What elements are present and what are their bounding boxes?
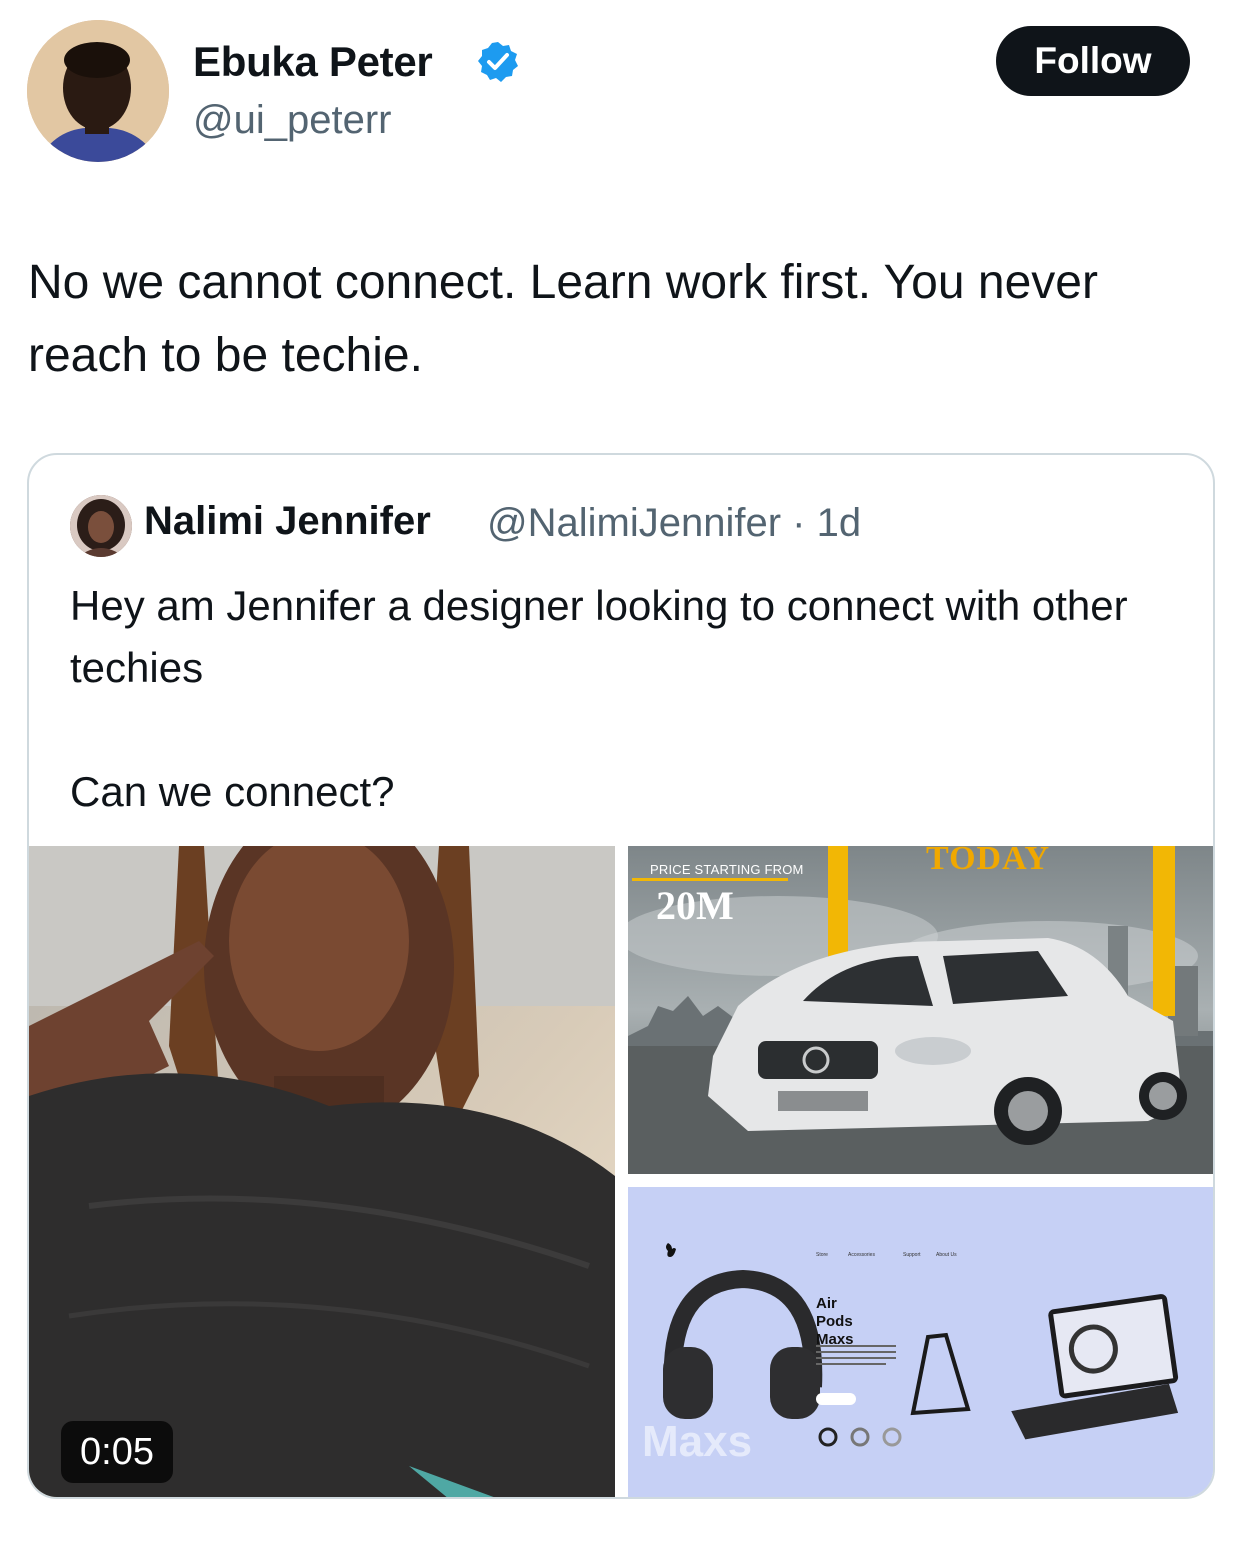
tweet-text: No we cannot connect. Learn work first. …	[28, 256, 1098, 382]
quoted-text-line-2: Can we connect?	[70, 768, 395, 815]
media-grid: 0:05 PRICE STARTING FROM 20M TODAY Store…	[29, 846, 1213, 1497]
car-ad-headline: TODAY	[926, 846, 1051, 877]
quoted-author-name[interactable]: Nalimi Jennifer	[144, 499, 431, 544]
quoted-author-meta: @NalimiJennifer · 1d	[487, 501, 862, 545]
airpods-nav-store: Store	[816, 1252, 828, 1258]
author-avatar[interactable]	[27, 20, 169, 162]
airpods-ghost-text: Maxs	[642, 1417, 753, 1466]
follow-button[interactable]: Follow	[996, 26, 1190, 96]
quoted-tweet-card[interactable]: Nalimi Jennifer @NalimiJennifer · 1d Hey…	[27, 453, 1215, 1499]
airpods-ad-image[interactable]: Store Accessories Support About Us Air P…	[628, 1187, 1213, 1497]
verified-badge-icon	[476, 40, 520, 84]
author-name[interactable]: Ebuka Peter	[193, 38, 433, 86]
quoted-tweet-text: Hey am Jennifer a designer looking to co…	[70, 575, 1180, 823]
author-handle[interactable]: @ui_peterr	[193, 98, 391, 143]
video-thumbnail[interactable]: 0:05	[29, 846, 615, 1497]
airpods-title: Air Pods Maxs	[816, 1295, 854, 1348]
car-ad-image[interactable]: PRICE STARTING FROM 20M TODAY	[628, 846, 1213, 1174]
car-price-label: PRICE STARTING FROM	[650, 862, 804, 877]
quoted-text-line-1: Hey am Jennifer a designer looking to co…	[70, 582, 1128, 691]
airpods-nav-support: Support	[903, 1252, 921, 1258]
airpods-nav-accessories: Accessories	[848, 1252, 875, 1258]
video-duration-badge: 0:05	[61, 1421, 173, 1483]
airpods-nav-about: About Us	[936, 1252, 957, 1258]
car-price-value: 20M	[656, 883, 734, 928]
quoted-author-avatar[interactable]	[70, 495, 132, 557]
